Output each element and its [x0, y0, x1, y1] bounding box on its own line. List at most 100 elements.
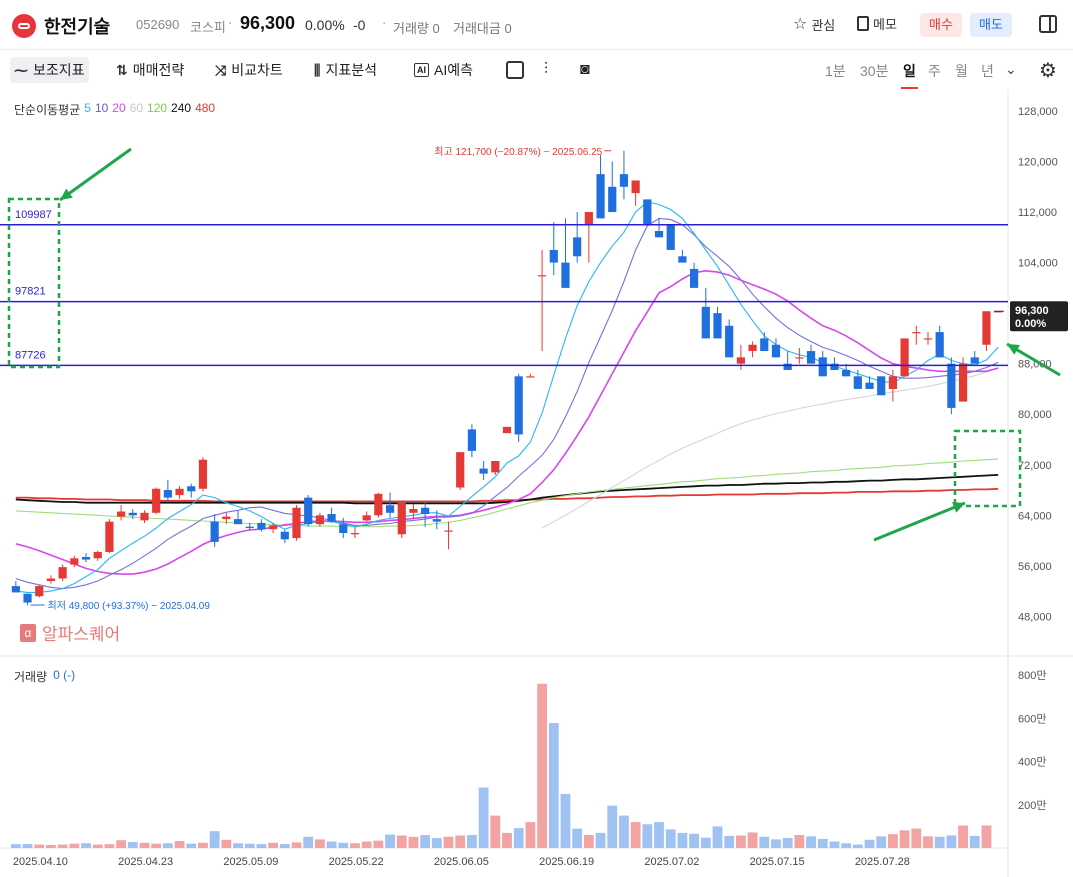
candle-body: [46, 578, 56, 582]
price-chart[interactable]: 128,000120,000112,000104,00096,00088,000…: [0, 0, 1073, 877]
volume-bar: [759, 836, 770, 848]
candle-body: [970, 357, 979, 364]
candle-body: [444, 530, 453, 532]
volume-bar: [619, 815, 629, 848]
volume-bar: [408, 836, 419, 848]
candle-body: [678, 256, 687, 263]
volume-bar: [981, 825, 992, 848]
volume-bar: [455, 835, 466, 848]
candle-body: [643, 199, 652, 225]
volume-bar: [186, 843, 197, 848]
volume-bar: [291, 842, 302, 848]
candle-body: [93, 551, 102, 559]
volume-bar: [221, 839, 232, 848]
date-tick-label: 2025.06.19: [539, 856, 594, 868]
volume-bar: [525, 822, 536, 848]
volume-bar: [92, 844, 103, 848]
volume-bar: [338, 842, 349, 848]
volume-bar: [139, 842, 150, 848]
candle-body: [292, 507, 301, 539]
candle-body: [690, 268, 699, 288]
candle-body: [912, 332, 921, 334]
candle-body: [362, 515, 371, 521]
candle-body: [514, 376, 523, 435]
volume-bar: [700, 837, 711, 848]
volume-bar: [829, 841, 840, 848]
volume-bar: [373, 840, 384, 848]
candle-body: [947, 363, 956, 408]
candle-body: [456, 452, 465, 488]
candle-body: [140, 512, 149, 521]
candle-body: [421, 507, 430, 515]
price-tick-label: 128,000: [1018, 106, 1058, 118]
volume-bar: [490, 815, 501, 848]
volume-bar: [852, 844, 863, 848]
volume-bar: [57, 844, 68, 848]
candle-body: [830, 363, 839, 370]
volume-bar: [583, 835, 594, 848]
candle-body: [584, 212, 593, 225]
volume-bar: [548, 723, 559, 848]
volume-bar: [502, 832, 512, 848]
candle-body: [257, 522, 266, 530]
price-tick-label: 64,000: [1018, 510, 1052, 522]
date-tick-label: 2025.07.15: [750, 856, 805, 868]
volume-bar: [689, 833, 700, 848]
ma240-line: [15, 474, 999, 505]
candle-body: [900, 338, 909, 377]
volume-bar: [560, 793, 571, 848]
date-tick-label: 2025.07.28: [855, 856, 910, 868]
candle-body: [152, 488, 161, 513]
volume-bar: [10, 844, 21, 848]
candle-body: [853, 376, 862, 389]
volume-bar: [162, 843, 173, 848]
volume-bar: [244, 843, 255, 848]
candle-body: [771, 344, 781, 358]
volume-bar: [127, 841, 138, 848]
volume-bar: [314, 839, 325, 848]
price-tick-label: 48,000: [1018, 611, 1052, 623]
volume-bar: [104, 844, 115, 848]
candle-body: [117, 511, 126, 517]
volume-bar: [911, 828, 922, 848]
current-price-tag-value: 96,300: [1015, 305, 1049, 317]
volume-bar: [782, 838, 793, 848]
price-tick-label: 80,000: [1018, 409, 1052, 421]
price-tick-label: 72,000: [1018, 460, 1052, 472]
volume-bar: [303, 836, 314, 848]
candle-body: [701, 306, 710, 339]
candle-body: [958, 363, 968, 402]
candle-body: [128, 512, 137, 516]
date-tick-label: 2025.07.02: [644, 856, 699, 868]
candle-body: [327, 514, 336, 522]
candle-body: [783, 363, 792, 370]
candle-body: [491, 460, 500, 473]
candle-body: [748, 344, 757, 352]
level-label: 97821: [15, 286, 46, 298]
volume-bar: [443, 836, 454, 848]
price-tick-label: 104,000: [1018, 258, 1058, 270]
date-tick-label: 2025.06.05: [434, 856, 489, 868]
candle-body: [467, 429, 477, 451]
candle-body: [210, 521, 219, 542]
volume-bar: [958, 825, 968, 848]
volume-bar: [350, 843, 360, 848]
volume-bar: [268, 842, 279, 848]
volume-bar: [595, 832, 606, 848]
candle-body: [23, 593, 32, 603]
candle-body: [666, 224, 675, 250]
candle-body: [795, 357, 804, 359]
level-label: 87726: [15, 349, 46, 361]
volume-bar: [817, 838, 828, 848]
volume-bar: [46, 844, 56, 848]
candle-body: [549, 249, 558, 263]
volume-bar: [326, 841, 337, 848]
volume-bar: [887, 834, 898, 848]
volume-bar: [467, 835, 477, 848]
volume-bar: [116, 840, 127, 848]
candle-body: [233, 519, 243, 525]
date-tick-label: 2025.04.23: [118, 856, 173, 868]
volume-bar: [151, 843, 162, 848]
volume-bar: [420, 835, 431, 848]
volume-bar: [876, 836, 887, 848]
